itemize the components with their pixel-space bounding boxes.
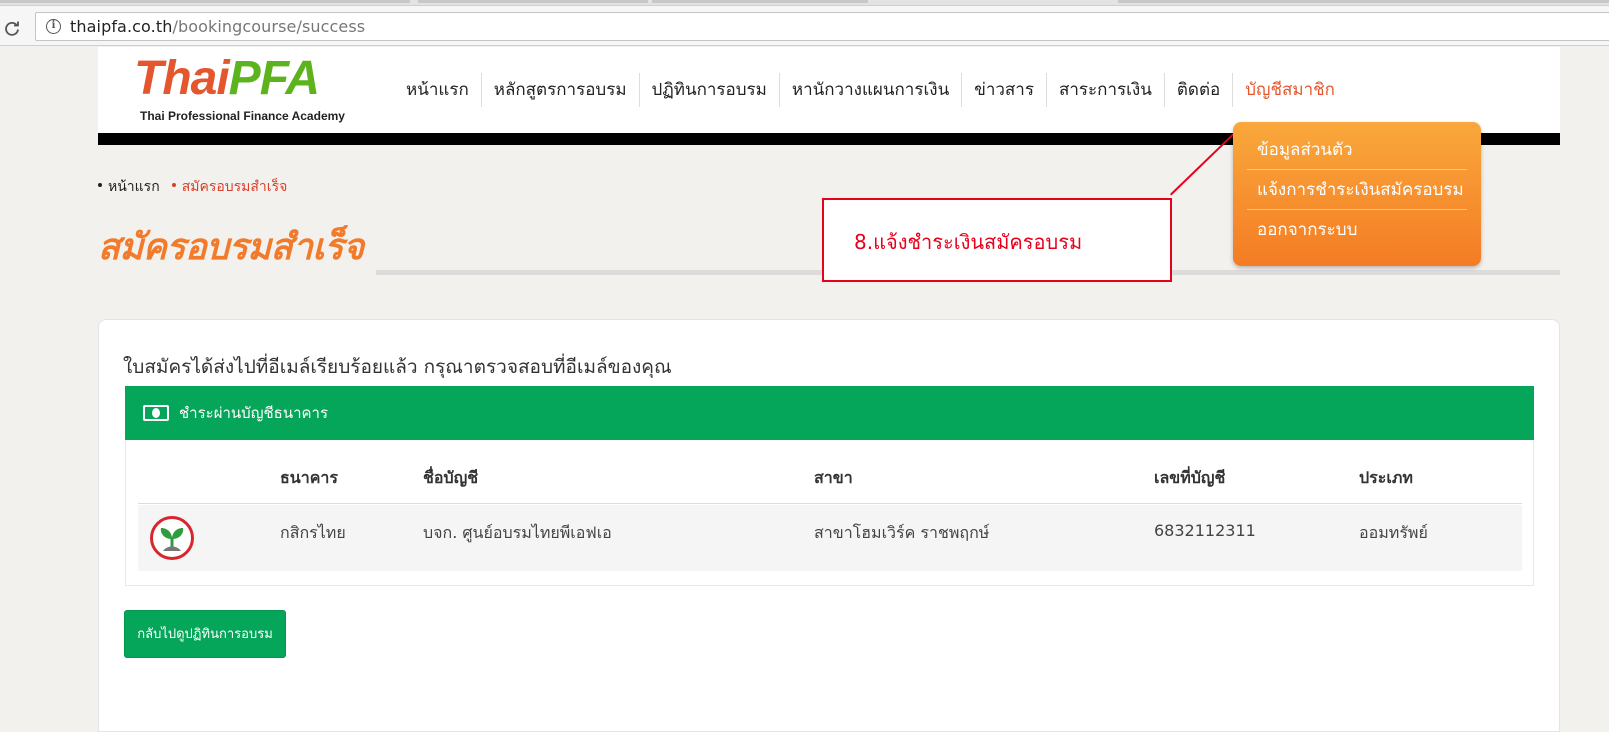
cell-account-number: 6832112311 [1154, 521, 1256, 540]
menu-item-payment-notify[interactable]: แจ้งการชำระเงินสมัครอบรม [1247, 170, 1467, 210]
browser-tab[interactable] [418, 0, 648, 3]
annotation-text: 8.แจ้งชำระเงินสมัครอบรม [854, 230, 1083, 254]
bullet-icon [98, 183, 102, 187]
browser-tab[interactable] [652, 0, 868, 3]
column-header-account-name: ชื่อบัญชี [423, 468, 479, 487]
site-info-icon[interactable]: i [46, 19, 61, 34]
reload-icon[interactable] [4, 20, 20, 36]
account-dropdown-menu: ข้อมูลส่วนตัว แจ้งการชำระเงินสมัครอบรม อ… [1233, 122, 1481, 266]
url-host: thaipfa.co.th [70, 17, 173, 36]
breadcrumb-current: สมัครอบรมสำเร็จ [171, 176, 288, 198]
nav-item-calendar[interactable]: ปฏิทินการอบรม [640, 73, 780, 107]
logo-tagline: Thai Professional Finance Academy [140, 109, 345, 123]
column-header-branch: สาขา [814, 468, 853, 487]
breadcrumb-home-label: หน้าแรก [108, 179, 160, 195]
nav-item-courses[interactable]: หลักสูตรการอบรม [482, 73, 640, 107]
nav-item-contact[interactable]: ติดต่อ [1165, 73, 1234, 107]
column-header-account-number: เลขที่บัญชี [1154, 468, 1226, 487]
page-title: สมัครอบรมสำเร็จ [98, 227, 364, 268]
menu-item-profile[interactable]: ข้อมูลส่วนตัว [1247, 130, 1467, 170]
table-row: กสิกรไทย บจก. ศูนย์อบรมไทยพีเอฟเอ สาขาโฮ… [138, 505, 1522, 571]
breadcrumb-home[interactable]: หน้าแรก [98, 176, 160, 198]
browser-tab[interactable] [1118, 0, 1609, 3]
cell-bank: กสิกรไทย [280, 523, 346, 542]
url-input[interactable]: i thaipfa.co.th/bookingcourse/success [35, 12, 1609, 41]
logo-wordmark: ThaiPFA [134, 51, 320, 106]
thaipfa-logo[interactable]: ThaiPFA Thai Professional Finance Academ… [134, 51, 374, 131]
logo-thai: Thai [134, 52, 230, 105]
menu-item-logout[interactable]: ออกจากระบบ [1247, 210, 1467, 250]
nav-item-news[interactable]: ข่าวสาร [962, 73, 1047, 107]
browser-address-bar: i thaipfa.co.th/bookingcourse/success [0, 6, 1609, 46]
payment-method-label: ชำระผ่านบัญชีธนาคาร [179, 404, 329, 422]
column-header-bank: ธนาคาร [280, 468, 338, 487]
nav-item-home[interactable]: หน้าแรก [394, 73, 482, 107]
url-path: /bookingcourse/success [172, 17, 366, 36]
cell-branch: สาขาโฮมเวิร์ค ราชพฤกษ์ [814, 523, 990, 542]
nav-item-find-planner[interactable]: หานักวางแผนการเงิน [780, 73, 963, 107]
kasikornbank-logo-icon [150, 516, 194, 560]
content-card: ใบสมัครได้ส่งไปที่อีเมล์เรียบร้อยแล้ว กร… [98, 319, 1560, 732]
cell-account-name: บจก. ศูนย์อบรมไทยพีเอฟเอ [423, 523, 612, 542]
cell-account-type: ออมทรัพย์ [1359, 523, 1428, 542]
payment-method-header: ชำระผ่านบัญชีธนาคาร [125, 386, 1534, 440]
nav-item-member-account[interactable]: บัญชีสมาชิก [1233, 73, 1347, 107]
column-header-type: ประเภท [1359, 468, 1413, 487]
site-header: ThaiPFA Thai Professional Finance Academ… [98, 47, 1560, 133]
back-to-calendar-button[interactable]: กลับไปดูปฏิทินการอบรม [124, 610, 286, 658]
main-nav: หน้าแรก หลักสูตรการอบรม ปฏิทินการอบรม หา… [394, 47, 1347, 133]
annotation-callout: 8.แจ้งชำระเงินสมัครอบรม [822, 198, 1172, 282]
table-header: ธนาคาร ชื่อบัญชี สาขา เลขที่บัญชี ประเภท [138, 460, 1522, 504]
kasikornbank-leaf-icon [160, 528, 184, 551]
success-message: ใบสมัครได้ส่งไปที่อีเมล์เรียบร้อยแล้ว กร… [123, 356, 672, 378]
url-text: thaipfa.co.th/bookingcourse/success [70, 17, 365, 36]
banknote-icon [143, 405, 169, 421]
breadcrumb: หน้าแรก สมัครอบรมสำเร็จ [98, 176, 287, 198]
bullet-icon [171, 183, 176, 187]
bank-account-table: ธนาคาร ชื่อบัญชี สาขา เลขที่บัญชี ประเภท… [125, 440, 1534, 586]
breadcrumb-current-label: สมัครอบรมสำเร็จ [181, 179, 288, 195]
logo-pfa: PFA [228, 52, 320, 105]
nav-item-finance-articles[interactable]: สาระการเงิน [1047, 73, 1165, 107]
browser-tab[interactable] [0, 0, 410, 3]
